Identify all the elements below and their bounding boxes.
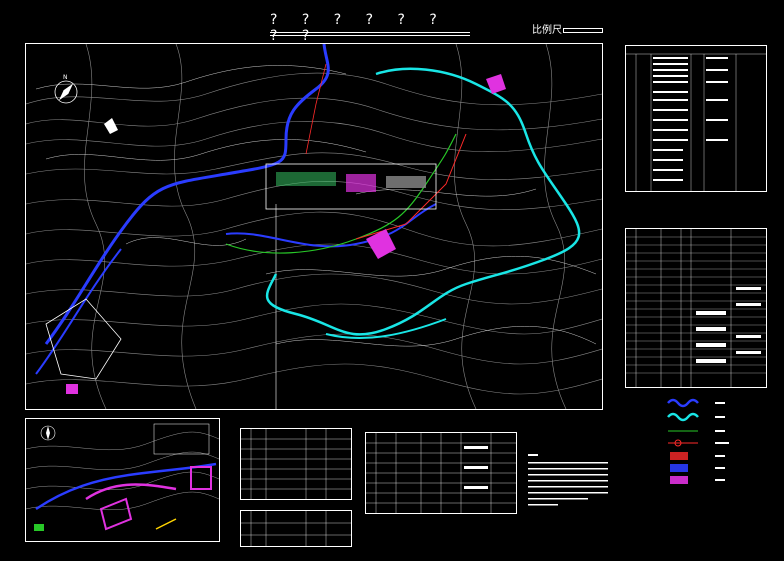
scale-label: 比例尺 <box>532 25 562 36</box>
svg-text:N: N <box>63 74 68 81</box>
right-table-top <box>625 45 767 192</box>
contour-lines <box>25 43 603 410</box>
legend-red-circle-icon <box>668 439 698 447</box>
compass-icon: N <box>54 74 78 104</box>
scale-bar <box>563 28 603 33</box>
bottom-table-left <box>240 428 352 500</box>
legend <box>660 395 770 490</box>
bottom-table-right <box>365 432 517 514</box>
title-underline <box>270 32 470 33</box>
inset-compass-icon <box>40 425 56 441</box>
legend-blue-box-icon <box>670 464 688 472</box>
main-map-frame: N <box>25 43 603 410</box>
legend-blue-wave-icon <box>667 398 699 408</box>
inset-map <box>25 423 220 531</box>
inset-map-frame <box>25 418 220 542</box>
main-map: N <box>25 43 603 410</box>
notes-block <box>528 452 618 512</box>
bottom-table-left-lower <box>240 510 352 547</box>
right-table-middle <box>625 228 767 388</box>
drawing-title: ? ? ? ? ? ? ? ? <box>270 12 447 44</box>
legend-red-box-icon <box>670 452 688 460</box>
legend-cyan-wave-icon <box>667 412 699 422</box>
cyan-road <box>265 67 581 336</box>
title-underline-double <box>270 35 470 36</box>
legend-magenta-box-icon <box>670 476 688 484</box>
